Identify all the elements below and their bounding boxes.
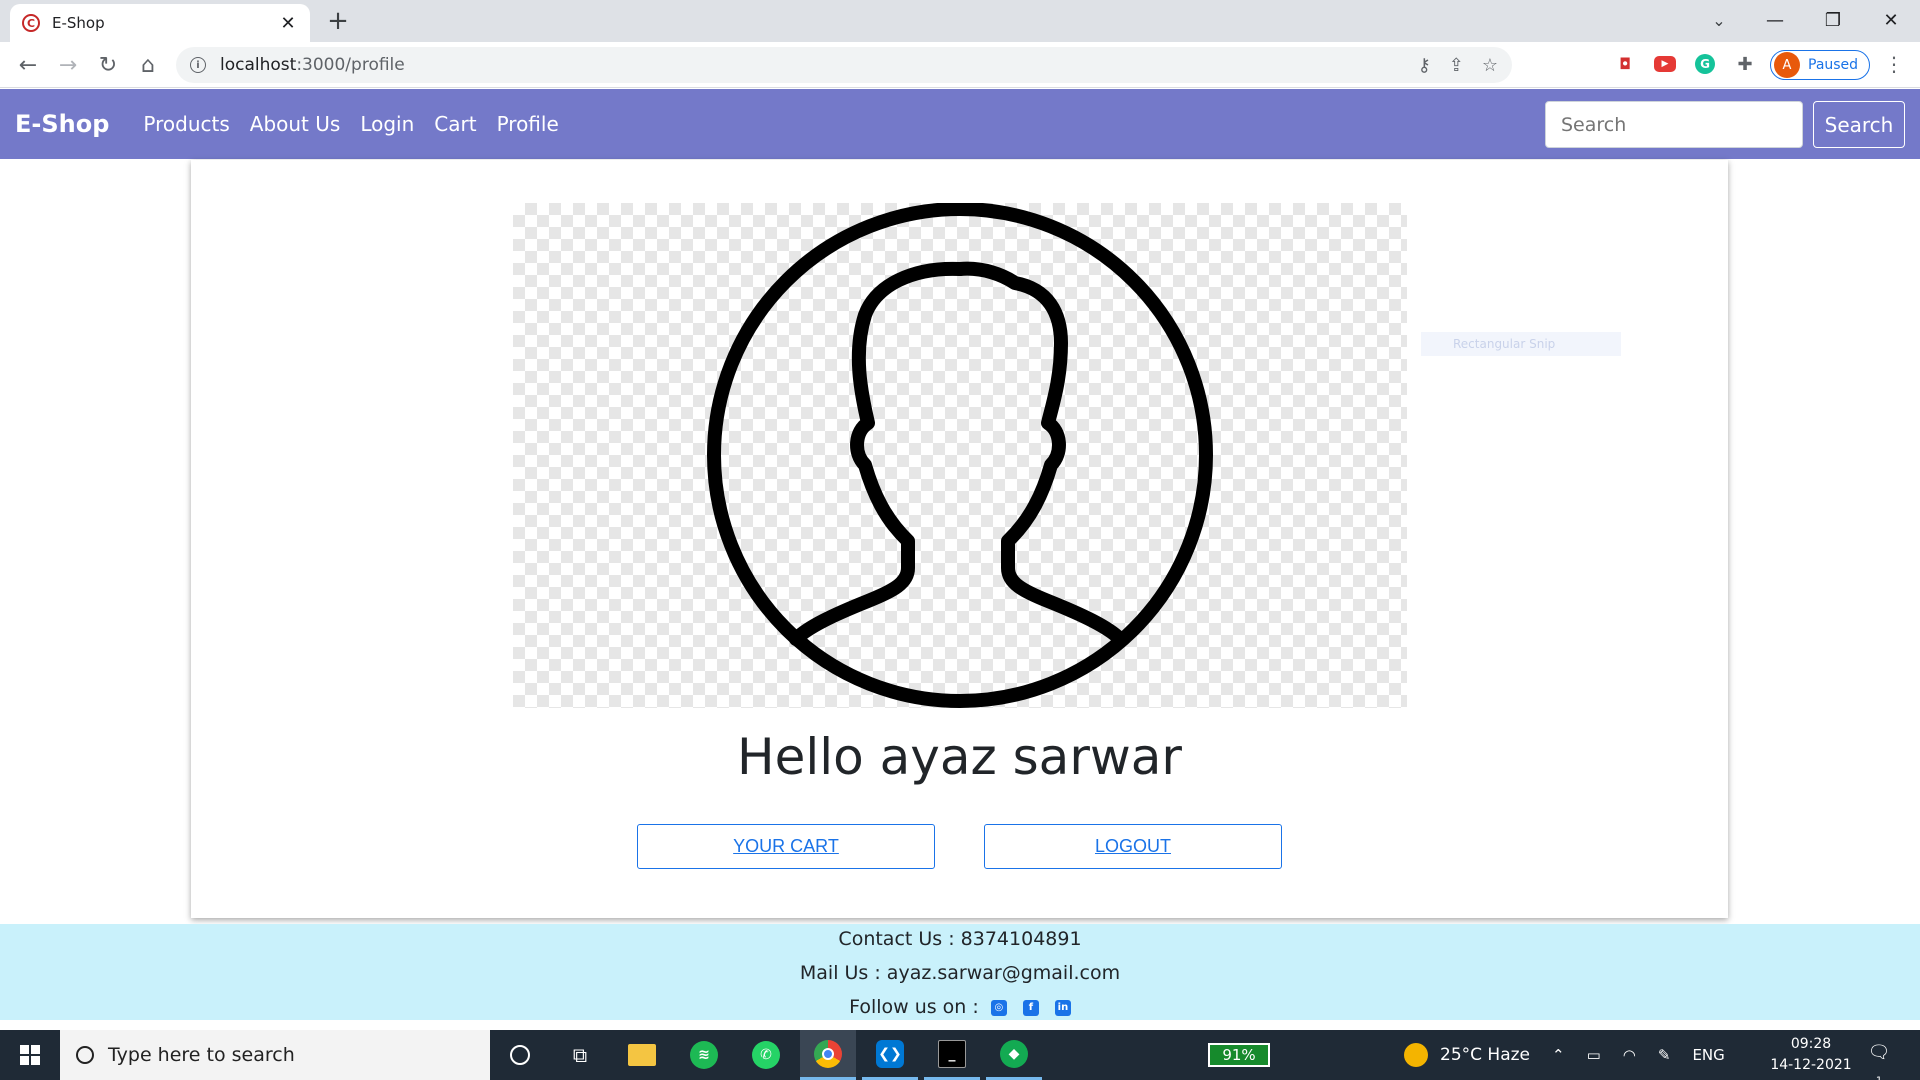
puzzle-extensions-icon[interactable]: ✚ — [1732, 51, 1758, 77]
battery-tray-icon[interactable]: ▭ — [1587, 1046, 1601, 1064]
address-bar[interactable]: i localhost:3000/profile ⚷ ⇪ ☆ — [176, 47, 1512, 83]
terminal-icon[interactable]: _ — [924, 1030, 980, 1080]
extension-icons: ◘ ▶ G ✚ — [1612, 51, 1758, 77]
minimize-icon[interactable]: — — [1746, 0, 1804, 40]
battery-indicator[interactable]: 91% — [1208, 1043, 1270, 1067]
footer-contact: Contact Us : 8374104891 — [838, 928, 1082, 950]
tab-title: E-Shop — [52, 14, 105, 32]
weather-sun-icon[interactable] — [1404, 1043, 1428, 1067]
taskbar-search[interactable]: Type here to search — [60, 1030, 490, 1080]
nav-link-profile[interactable]: Profile — [497, 112, 559, 136]
pen-icon[interactable]: ✎ — [1658, 1046, 1671, 1064]
footer: Contact Us : 8374104891 Mail Us : ayaz.s… — [0, 924, 1920, 1020]
linkedin-icon[interactable]: in — [1054, 999, 1071, 1016]
omnibox-actions: ⚷ ⇪ ☆ — [1418, 47, 1498, 83]
logout-button[interactable]: LOGOUT — [984, 824, 1282, 869]
profile-status: Paused — [1808, 57, 1859, 73]
nav-link-about-us[interactable]: About Us — [250, 112, 341, 136]
new-tab-button[interactable]: + — [324, 6, 352, 36]
navbar: E-Shop Products About Us Login Cart Prof… — [0, 89, 1920, 159]
footer-follow-label: Follow us on : — [849, 996, 979, 1018]
browser-tabstrip: C E-Shop ✕ + ⌄ — ❐ ✕ — [0, 0, 1920, 42]
tab-favicon-icon: C — [22, 14, 40, 32]
tab-search-chevron-icon[interactable]: ⌄ — [1704, 6, 1734, 36]
vscode-icon[interactable]: ❮❯ — [862, 1030, 918, 1080]
clock-time: 09:28 — [1790, 1036, 1832, 1052]
share-icon[interactable]: ⇪ — [1449, 55, 1464, 76]
notification-count: 1 — [1876, 1076, 1882, 1080]
system-tray: 25°C Haze ⌃ ▭ ◠ ✎ ENG — [1404, 1030, 1725, 1080]
clock-date: 14-12-2021 — [1770, 1057, 1852, 1073]
windows-logo-icon — [20, 1045, 40, 1065]
window-controls: — ❐ ✕ — [1746, 0, 1920, 40]
search-icon — [76, 1046, 94, 1064]
spotify-icon[interactable]: ≋ — [676, 1030, 732, 1080]
reload-icon[interactable]: ↻ — [92, 49, 124, 81]
browser-menu-icon[interactable]: ⋮ — [1882, 52, 1906, 76]
forward-arrow-icon[interactable]: → — [52, 49, 84, 81]
user-silhouette-icon — [707, 203, 1213, 708]
whatsapp-icon[interactable]: ✆ — [738, 1030, 794, 1080]
back-arrow-icon[interactable]: ← — [12, 49, 44, 81]
facebook-icon[interactable]: f — [1022, 999, 1039, 1016]
task-view-icon[interactable]: ⧉ — [552, 1030, 608, 1080]
close-tab-icon[interactable]: ✕ — [278, 13, 298, 34]
your-cart-button[interactable]: YOUR CART — [637, 824, 935, 869]
os-taskbar: Type here to search ⧉ ≋ ✆ ❮❯ _ ◆ 91% 25°… — [0, 1030, 1920, 1080]
start-button[interactable] — [0, 1030, 60, 1080]
brand-link[interactable]: E-Shop — [15, 110, 109, 138]
tray-chevron-up-icon[interactable]: ⌃ — [1552, 1046, 1565, 1064]
greeting-heading: Hello ayaz sarwar — [737, 728, 1182, 786]
weather-text[interactable]: 25°C Haze — [1440, 1045, 1530, 1065]
url-path: :3000/profile — [296, 55, 405, 75]
browser-tab[interactable]: C E-Shop ✕ — [10, 4, 310, 42]
url-host: localhost — [220, 55, 297, 75]
nav-link-cart[interactable]: Cart — [434, 112, 476, 136]
profile-card: Rectangular Snip Hello ayaz sarwar YOUR … — [191, 160, 1728, 918]
close-window-icon[interactable]: ✕ — [1862, 0, 1920, 40]
browser-toolbar: ← → ↻ ⌂ i localhost:3000/profile ⚷ ⇪ ☆ ◘… — [0, 42, 1920, 88]
cortana-icon[interactable] — [492, 1030, 548, 1080]
notification-center-icon[interactable]: 🗨1 — [1866, 1042, 1892, 1080]
wifi-icon[interactable]: ◠ — [1623, 1046, 1636, 1064]
nav-link-products[interactable]: Products — [143, 112, 229, 136]
url-text: localhost:3000/profile — [220, 55, 405, 75]
footer-follow-row: Follow us on : ◎ f in — [0, 996, 1920, 1018]
profile-button[interactable]: A Paused — [1770, 50, 1870, 80]
taskbar-search-placeholder: Type here to search — [108, 1044, 295, 1066]
profile-avatar-image — [513, 203, 1407, 708]
avatar: A — [1774, 52, 1800, 78]
grammarly-extension-icon[interactable]: G — [1692, 51, 1718, 77]
home-icon[interactable]: ⌂ — [132, 49, 164, 81]
search-button[interactable]: Search — [1813, 101, 1905, 148]
footer-mail: Mail Us : ayaz.sarwar@gmail.com — [799, 962, 1121, 984]
nav-link-login[interactable]: Login — [360, 112, 414, 136]
snip-tooltip: Rectangular Snip — [1421, 332, 1621, 356]
site-info-icon[interactable]: i — [190, 57, 206, 73]
taskbar-clock[interactable]: 09:28 14-12-2021 — [1766, 1034, 1856, 1076]
file-explorer-icon[interactable] — [614, 1030, 670, 1080]
chrome-icon[interactable] — [800, 1030, 856, 1080]
youtube-extension-icon[interactable]: ▶ — [1652, 51, 1678, 77]
restore-icon[interactable]: ❐ — [1804, 0, 1862, 40]
key-icon[interactable]: ⚷ — [1418, 55, 1431, 76]
instagram-icon[interactable]: ◎ — [990, 999, 1007, 1016]
bookmark-star-icon[interactable]: ☆ — [1482, 55, 1498, 76]
language-indicator[interactable]: ENG — [1692, 1046, 1724, 1064]
mongodb-compass-icon[interactable]: ◆ — [986, 1030, 1042, 1080]
pocket-extension-icon[interactable]: ◘ — [1612, 51, 1638, 77]
search-input[interactable] — [1545, 101, 1803, 148]
